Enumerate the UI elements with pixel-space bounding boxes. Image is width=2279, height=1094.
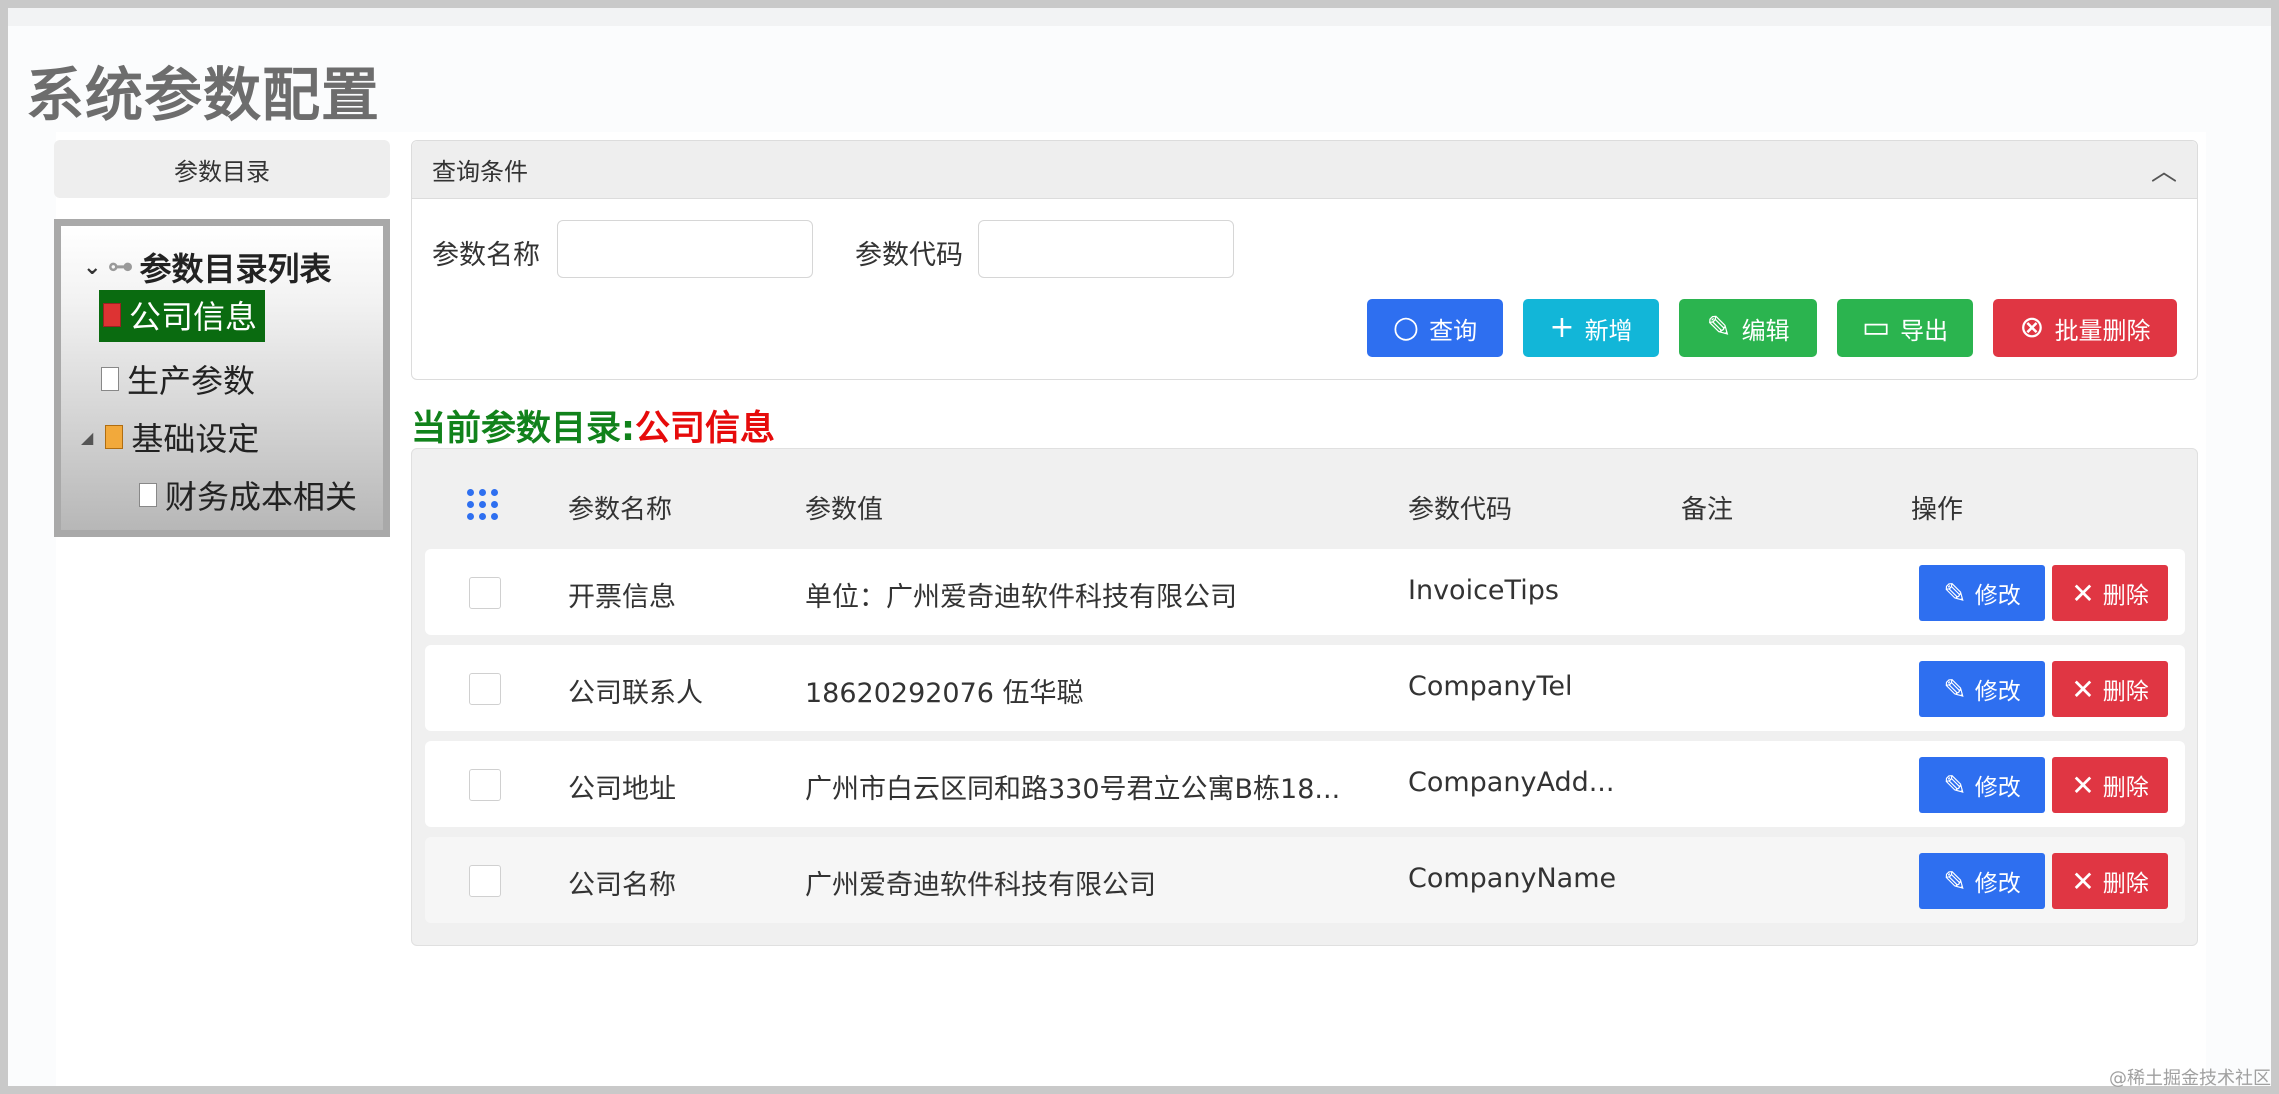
header-note[interactable]: 备注 xyxy=(1681,489,1733,526)
current-catalog-label: 当前参数目录: xyxy=(411,409,635,449)
tree-item-company-info[interactable]: 公司信息 xyxy=(99,290,266,342)
row-edit-button[interactable]: ✎ 修改 xyxy=(1919,565,2045,621)
query-panel-title: 查询条件 xyxy=(432,158,528,186)
document-icon xyxy=(101,367,119,391)
row-edit-button[interactable]: ✎ 修改 xyxy=(1919,661,2045,717)
catalog-header: 参数目录 xyxy=(54,140,390,198)
cell-param-code: InvoiceTips xyxy=(1408,575,1559,606)
tree-item-label: 基础设定 xyxy=(131,420,260,458)
search-button[interactable]: ○ 查询 xyxy=(1367,299,1503,357)
tree-item-label: 生产参数 xyxy=(127,362,256,400)
batch-delete-button-label: 批量删除 xyxy=(2054,316,2151,345)
row-delete-button-label: 删除 xyxy=(2102,871,2149,897)
edit-icon: ✎ xyxy=(1943,672,1967,706)
tree-item-basic-settings[interactable]: ◢ 基础设定 xyxy=(81,414,259,460)
document-icon xyxy=(139,483,157,507)
add-button-label: 新增 xyxy=(1584,316,1633,345)
header-param-code[interactable]: 参数代码 xyxy=(1408,489,1512,526)
close-icon: ✕ xyxy=(2071,672,2095,706)
row-checkbox[interactable] xyxy=(469,865,501,897)
export-button-label: 导出 xyxy=(1900,316,1949,345)
header-param-value[interactable]: 参数值 xyxy=(805,489,883,526)
close-icon: ✕ xyxy=(2071,864,2095,898)
row-edit-button-label: 修改 xyxy=(1974,775,2021,801)
top-band xyxy=(8,8,2271,26)
edit-icon: ✎ xyxy=(1943,768,1967,802)
document-icon xyxy=(103,303,121,327)
param-code-input[interactable] xyxy=(978,220,1234,278)
tree-item-finance-cost[interactable]: 财务成本相关 xyxy=(139,472,357,518)
cell-param-code: CompanyAdd... xyxy=(1408,767,1615,798)
tree-item-label: 财务成本相关 xyxy=(165,478,358,516)
expand-triangle-icon[interactable]: ◢ xyxy=(81,428,93,447)
tree-item-production-params[interactable]: 生产参数 xyxy=(101,356,255,402)
export-button[interactable]: ▭ 导出 xyxy=(1837,299,1973,357)
key-icon: ⊶ xyxy=(107,252,134,282)
edit-button-label: 编辑 xyxy=(1741,316,1790,345)
add-button[interactable]: + 新增 xyxy=(1523,299,1659,357)
header-param-name[interactable]: 参数名称 xyxy=(568,489,672,526)
param-name-label: 参数名称 xyxy=(432,240,540,271)
header-actions: 操作 xyxy=(1911,495,1964,525)
cell-param-value: 单位：广州爱奇迪软件科技有限公司 xyxy=(805,582,1237,613)
current-catalog: 当前参数目录:公司信息 xyxy=(411,400,775,451)
row-delete-button-label: 删除 xyxy=(2102,679,2149,705)
row-edit-button-label: 修改 xyxy=(1974,871,2021,897)
column-settings-icon[interactable] xyxy=(467,489,499,521)
table-row[interactable]: 公司联系人 18620292076 伍华聪 CompanyTel ✎ 修改 ✕ 删除 xyxy=(425,645,2185,731)
cell-param-name: 公司名称 xyxy=(568,870,676,901)
param-name-input[interactable] xyxy=(557,220,813,278)
row-delete-button[interactable]: ✕ 删除 xyxy=(2052,661,2168,717)
catalog-tree: ⌄ ⊶ 参数目录列表 公司信息 生产参数 ◢ 基础设定 财务成本相关 xyxy=(54,219,390,537)
row-edit-button-label: 修改 xyxy=(1974,679,2021,705)
close-circle-icon: ⊗ xyxy=(2019,310,2045,345)
cell-param-code: CompanyName xyxy=(1408,863,1617,894)
row-delete-button-label: 删除 xyxy=(2102,583,2149,609)
table-row[interactable]: 公司名称 广州爱奇迪软件科技有限公司 CompanyName ✎ 修改 ✕ 删除 xyxy=(425,837,2185,923)
params-table: 参数名称 参数值 参数代码 备注 操作 开票信息 单位：广州爱奇迪软件科技有限公… xyxy=(411,448,2198,946)
param-code-label: 参数代码 xyxy=(855,240,963,271)
edit-icon: ✎ xyxy=(1943,576,1967,610)
chevron-up-icon[interactable]: ︿ xyxy=(2151,151,2177,188)
chevron-down-icon[interactable]: ⌄ xyxy=(83,255,101,280)
page-title: 系统参数配置 xyxy=(26,61,381,129)
row-edit-button[interactable]: ✎ 修改 xyxy=(1919,757,2045,813)
row-delete-button[interactable]: ✕ 删除 xyxy=(2052,757,2168,813)
row-edit-button[interactable]: ✎ 修改 xyxy=(1919,853,2045,909)
watermark: @稀土掘金技术社区 xyxy=(2109,1068,2271,1089)
folder-document-icon xyxy=(105,425,124,449)
cell-param-name: 公司联系人 xyxy=(568,678,703,709)
table-row[interactable]: 公司地址 广州市白云区同和路330号君立公寓B栋18... CompanyAdd… xyxy=(425,741,2185,827)
search-button-label: 查询 xyxy=(1429,316,1478,345)
cell-param-value: 广州市白云区同和路330号君立公寓B栋18... xyxy=(805,774,1341,805)
table-row[interactable]: 开票信息 单位：广州爱奇迪软件科技有限公司 InvoiceTips ✎ 修改 ✕ 删… xyxy=(425,549,2185,635)
row-edit-button-label: 修改 xyxy=(1974,583,2021,609)
plus-icon: + xyxy=(1549,310,1575,345)
query-panel: 查询条件 ︿ 参数名称 参数代码 ○ 查询 + 新增 ✎ 编辑 ▭ 导出 ⊗ 批… xyxy=(411,140,2198,380)
edit-button[interactable]: ✎ 编辑 xyxy=(1679,299,1817,357)
tree-item-label: 公司信息 xyxy=(129,298,258,336)
current-catalog-value: 公司信息 xyxy=(635,409,776,449)
close-icon: ✕ xyxy=(2071,768,2095,802)
row-delete-button[interactable]: ✕ 删除 xyxy=(2052,853,2168,909)
cell-param-value: 18620292076 伍华聪 xyxy=(805,678,1084,709)
query-panel-header: 查询条件 ︿ xyxy=(412,141,2197,199)
row-checkbox[interactable] xyxy=(469,769,501,801)
cell-param-value: 广州爱奇迪软件科技有限公司 xyxy=(805,870,1156,901)
save-icon: ▭ xyxy=(1861,310,1891,345)
row-checkbox[interactable] xyxy=(469,673,501,705)
search-icon: ○ xyxy=(1392,310,1420,345)
row-delete-button-label: 删除 xyxy=(2102,775,2149,801)
edit-icon: ✎ xyxy=(1943,864,1967,898)
tree-root[interactable]: ⌄ ⊶ 参数目录列表 xyxy=(83,244,331,290)
row-delete-button[interactable]: ✕ 删除 xyxy=(2052,565,2168,621)
cell-param-name: 开票信息 xyxy=(568,582,676,613)
edit-icon: ✎ xyxy=(1706,310,1732,345)
batch-delete-button[interactable]: ⊗ 批量删除 xyxy=(1993,299,2177,357)
row-checkbox[interactable] xyxy=(469,577,501,609)
cell-param-code: CompanyTel xyxy=(1408,671,1573,702)
cell-param-name: 公司地址 xyxy=(568,774,676,805)
tree-root-label: 参数目录列表 xyxy=(139,250,332,288)
close-icon: ✕ xyxy=(2071,576,2095,610)
